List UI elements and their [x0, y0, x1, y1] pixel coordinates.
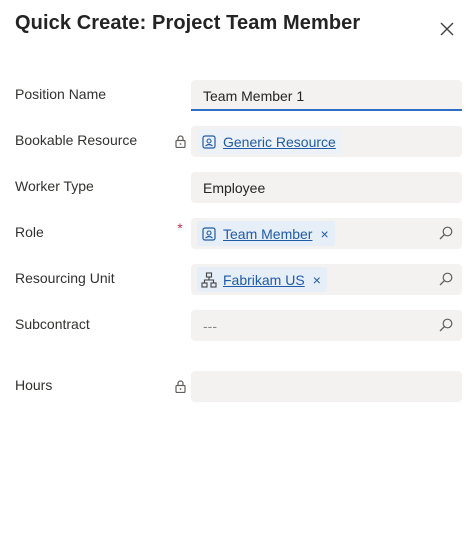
worker-type-row: Worker Type Employee: [0, 172, 474, 204]
bookable-resource-field: Generic Resource: [191, 126, 462, 157]
bookable-resource-tag: Generic Resource: [197, 129, 342, 154]
resourcing-unit-field[interactable]: Fabrikam US ×: [191, 264, 462, 295]
subcontract-value[interactable]: ---: [203, 318, 217, 334]
role-icon: [201, 226, 217, 242]
role-tag: Team Member ×: [197, 221, 335, 246]
hours-field: [191, 371, 462, 402]
resourcing-unit-link[interactable]: Fabrikam US: [223, 272, 305, 288]
position-name-row: Position Name Team Member 1: [0, 80, 474, 112]
worker-type-value[interactable]: Employee: [203, 180, 265, 196]
search-icon[interactable]: [438, 317, 454, 333]
resourcing-unit-label: Resourcing Unit: [15, 270, 115, 286]
position-name-value[interactable]: Team Member 1: [203, 88, 304, 104]
lock-icon: [174, 134, 186, 148]
subcontract-label: Subcontract: [15, 316, 90, 332]
required-marker: *: [177, 220, 183, 236]
search-icon[interactable]: [438, 271, 454, 287]
bookable-resource-row: Bookable Resource Generic Resource: [0, 126, 474, 158]
close-icon[interactable]: [440, 22, 454, 36]
role-field[interactable]: Team Member ×: [191, 218, 462, 249]
role-link[interactable]: Team Member: [223, 226, 312, 242]
position-name-label: Position Name: [15, 86, 107, 102]
worker-type-label: Worker Type: [15, 178, 94, 194]
role-remove-button[interactable]: ×: [320, 227, 328, 241]
subcontract-field[interactable]: ---: [191, 310, 462, 341]
position-name-field[interactable]: Team Member 1: [191, 80, 462, 111]
resourcing-unit-tag: Fabrikam US ×: [197, 267, 327, 292]
close-button[interactable]: [436, 18, 458, 40]
role-row: Role * Team Member ×: [0, 218, 474, 250]
resource-icon: [201, 134, 217, 150]
role-label: Role: [15, 224, 44, 240]
worker-type-field[interactable]: Employee: [191, 172, 462, 203]
dialog-title: Quick Create: Project Team Member: [15, 12, 361, 34]
hours-label: Hours: [15, 377, 53, 393]
resourcing-unit-row: Resourcing Unit Fabrikam US ×: [0, 264, 474, 296]
bookable-resource-link[interactable]: Generic Resource: [223, 134, 336, 150]
subcontract-row: Subcontract ---: [0, 310, 474, 342]
lock-icon: [174, 379, 186, 393]
org-unit-icon: [201, 271, 217, 288]
search-icon[interactable]: [438, 225, 454, 241]
hours-row: Hours: [0, 371, 474, 403]
bookable-resource-label: Bookable Resource: [15, 132, 138, 148]
resourcing-unit-remove-button[interactable]: ×: [313, 273, 321, 287]
